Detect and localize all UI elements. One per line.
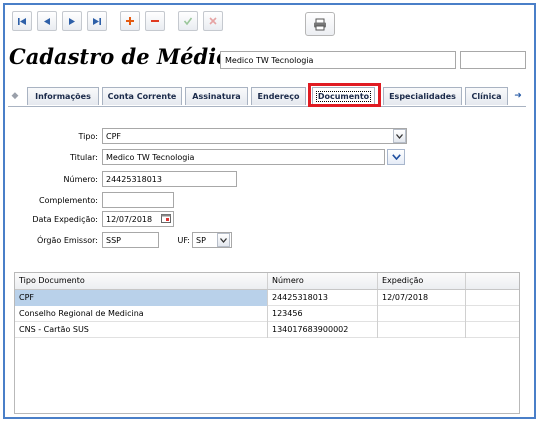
- cell-tipo: CNS - Cartão SUS: [15, 322, 268, 338]
- orgao-field[interactable]: SSP: [102, 232, 159, 248]
- tipo-dropdown-button[interactable]: [393, 129, 406, 143]
- tab-endereco[interactable]: Endereço: [251, 87, 306, 105]
- calendar-icon[interactable]: [161, 213, 172, 224]
- orgao-label: Órgão Emissor:: [36, 236, 98, 245]
- titular-field[interactable]: Medico TW Tecnologia: [102, 149, 385, 165]
- tipo-select[interactable]: CPF: [102, 128, 407, 144]
- titular-lookup-button[interactable]: [387, 149, 405, 165]
- cell-tipo: Conselho Regional de Medicina: [15, 306, 268, 322]
- table-row[interactable]: Conselho Regional de Medicina 123456: [15, 306, 519, 322]
- cell-expedicao: [378, 306, 466, 322]
- documents-grid[interactable]: Tipo Documento Número Expedição CPF 2442…: [14, 272, 520, 414]
- print-button[interactable]: [305, 12, 335, 36]
- cancel-button[interactable]: [203, 11, 223, 31]
- column-header-tipo[interactable]: Tipo Documento: [15, 273, 268, 289]
- next-record-icon: [69, 17, 75, 25]
- expedicao-label: Data Expedição:: [32, 215, 98, 224]
- tab-scroll-left-icon[interactable]: ◆: [8, 86, 22, 105]
- chevron-down-icon: [396, 133, 403, 139]
- tab-informacoes[interactable]: Informações: [27, 87, 99, 105]
- tab-especialidades[interactable]: Especialidades: [383, 87, 462, 105]
- confirm-button[interactable]: [178, 11, 198, 31]
- cell-numero: 134017683900002: [268, 322, 378, 338]
- last-record-button[interactable]: [87, 11, 107, 31]
- complemento-field[interactable]: [102, 192, 174, 208]
- remove-button[interactable]: [145, 11, 165, 31]
- first-record-icon: [18, 17, 26, 25]
- uf-dropdown-button[interactable]: [217, 233, 230, 247]
- complemento-label: Complemento:: [38, 196, 98, 205]
- cell-tipo: CPF: [15, 290, 268, 306]
- cell-expedicao: [378, 322, 466, 338]
- doctor-name-field[interactable]: Medico TW Tecnologia: [220, 51, 456, 69]
- first-record-button[interactable]: [12, 11, 32, 31]
- page-title: Cadastro de Médicos: [9, 44, 255, 69]
- numero-field[interactable]: 24425318013: [102, 171, 237, 187]
- printer-icon: [314, 18, 326, 30]
- cell-expedicao: 12/07/2018: [378, 290, 466, 306]
- cancel-icon: [209, 17, 217, 25]
- confirm-icon: [183, 17, 193, 26]
- column-header-expedicao[interactable]: Expedição: [378, 273, 466, 289]
- uf-label: UF:: [177, 236, 190, 245]
- previous-record-button[interactable]: [37, 11, 57, 31]
- chevron-down-icon: [391, 154, 401, 160]
- tab-strip: ◆ Informações Conta Corrente Assinatura …: [8, 86, 528, 106]
- tab-scroll-right-icon[interactable]: ➜: [511, 86, 525, 105]
- tab-conta-corrente[interactable]: Conta Corrente: [102, 87, 182, 105]
- tab-clinica[interactable]: Clínica: [465, 87, 508, 105]
- tab-divider: [8, 106, 526, 107]
- table-row[interactable]: CNS - Cartão SUS 134017683900002: [15, 322, 519, 338]
- add-button[interactable]: [120, 11, 140, 31]
- titular-label: Titular:: [69, 153, 98, 162]
- column-header-numero[interactable]: Número: [268, 273, 378, 289]
- doctor-extra-field[interactable]: [460, 51, 526, 69]
- active-tab-highlight: [308, 83, 381, 107]
- cell-numero: 24425318013: [268, 290, 378, 306]
- numero-label: Número:: [63, 175, 98, 184]
- last-record-icon: [93, 17, 101, 25]
- tipo-label: Tipo:: [78, 132, 98, 141]
- tab-assinatura[interactable]: Assinatura: [185, 87, 248, 105]
- table-row[interactable]: CPF 24425318013 12/07/2018: [15, 290, 519, 306]
- grid-header: Tipo Documento Número Expedição: [15, 273, 519, 290]
- chevron-down-icon: [220, 237, 227, 243]
- add-icon: [126, 17, 134, 25]
- cell-numero: 123456: [268, 306, 378, 322]
- next-record-button[interactable]: [62, 11, 82, 31]
- remove-icon: [151, 20, 159, 22]
- previous-record-icon: [44, 17, 50, 25]
